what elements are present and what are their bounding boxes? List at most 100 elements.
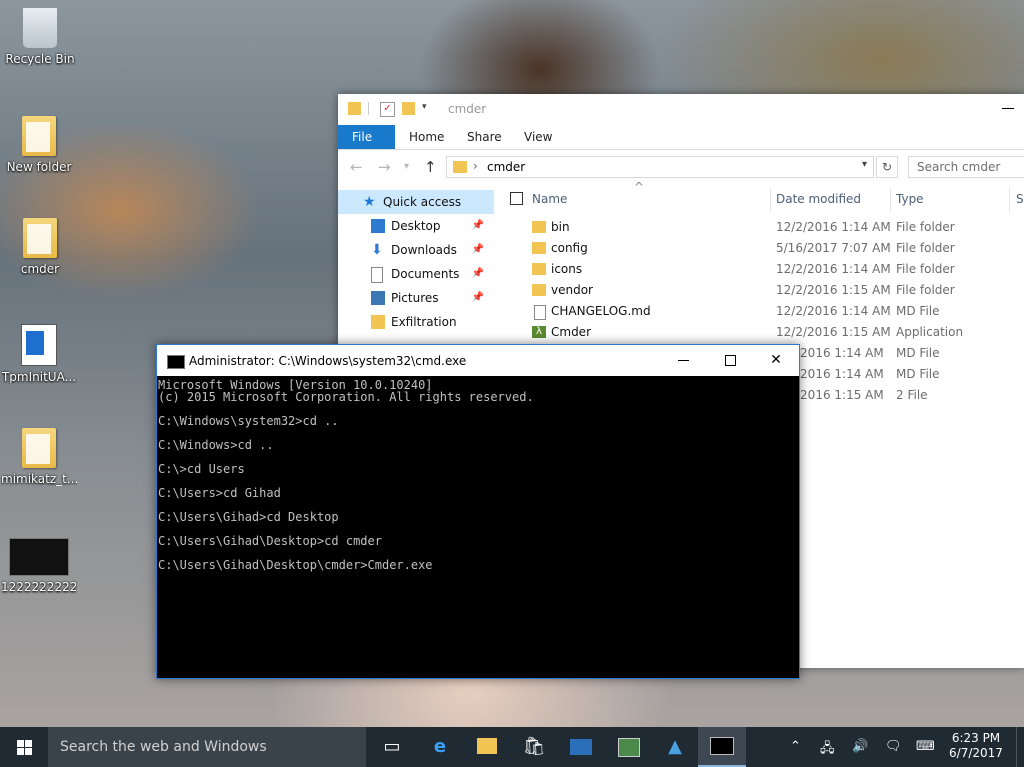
folder-icon [371,315,385,329]
explorer-title-bar[interactable]: ✓ ▾ cmder [338,94,1024,125]
column-name[interactable]: Name [532,192,567,206]
search-placeholder: Search cmder [917,160,1001,174]
maximize-button[interactable] [707,345,753,376]
up-arrow-icon[interactable]: ↑ [424,158,437,176]
volume-icon[interactable]: 🔊 [852,739,868,754]
pin-icon[interactable]: 📌 [472,286,484,310]
nav-item-quick-access[interactable]: ★ Quick access [338,190,494,214]
minimize-icon[interactable] [1002,108,1014,109]
file-date: 12/2/2016 1:15 AM [776,325,891,339]
address-row: ← → ▾ ↑ › cmder ▾ ↻ Search cmder [338,154,1024,180]
folder-icon [477,738,497,754]
cmd-icon[interactable] [698,727,746,767]
tab-home[interactable]: Home [395,125,458,149]
folder-icon [532,284,546,296]
breadcrumb-chevron-icon[interactable]: › [473,159,478,173]
desktop-icon-recycle-bin[interactable]: Recycle Bin [2,8,78,66]
file-date: 12/2/2016 1:14 AM [776,262,891,276]
back-arrow-icon[interactable]: ← [350,158,363,176]
column-headers: Name ^ Date modified Type Si [506,180,1024,212]
pin-icon[interactable]: 📌 [472,262,484,286]
task-view-icon[interactable]: ▭ [368,727,416,767]
properties-icon[interactable]: ✓ [380,102,395,117]
nav-item-downloads[interactable]: ⬇ Downloads 📌 [338,238,494,262]
folder-icon [22,116,56,156]
close-icon: ✕ [770,352,782,368]
powershell-icon[interactable] [557,727,605,767]
address-dropdown-icon[interactable]: ▾ [862,159,867,170]
column-size[interactable]: Si [1016,192,1024,206]
show-hidden-icons-chevron-icon[interactable]: ⌃ [790,739,801,754]
search-input[interactable]: Search cmder [908,156,1024,178]
recent-chevron-icon[interactable]: ▾ [404,161,409,172]
file-explorer-icon[interactable] [463,727,511,767]
desktop-icon-mimikatz[interactable]: mimikatz_t... [1,428,77,486]
show-desktop-button[interactable] [1016,727,1024,767]
store-icon[interactable]: 🛍 [510,727,558,767]
file-row[interactable]: λ Cmder 12/2/2016 1:15 AM Application [506,322,1024,343]
select-all-checkbox[interactable] [510,192,523,205]
file-type: File folder [896,262,955,276]
console-line: C:\Windows>cd .. [158,438,274,452]
nav-item-pictures[interactable]: Pictures 📌 [338,286,494,310]
column-date-modified[interactable]: Date modified [776,192,861,206]
column-divider[interactable] [890,188,891,212]
file-type: MD File [896,346,940,360]
taskbar-search-box[interactable]: Search the web and Windows [48,727,366,767]
console-line: C:\Users\Gihad\Desktop\cmder>Cmder.exe [158,558,433,572]
pin-icon[interactable]: 📌 [472,238,484,262]
new-folder-icon[interactable] [402,102,415,115]
edge-icon[interactable]: e [416,727,464,767]
desktop-icon-label: mimikatz_t... [1,472,77,486]
keyboard-icon[interactable]: ⌨ [916,739,935,754]
file-row[interactable]: CHANGELOG.md 12/2/2016 1:14 AM MD File [506,301,1024,322]
column-type[interactable]: Type [896,192,924,206]
clock[interactable]: 6:23 PM 6/7/2017 [944,731,1008,761]
file-type: File folder [896,241,955,255]
nav-item-desktop[interactable]: Desktop 📌 [338,214,494,238]
column-divider[interactable] [770,188,771,212]
close-button[interactable]: ✕ [753,345,799,376]
desktop-icon-label: Recycle Bin [5,52,75,66]
file-date: 12/2/2016 1:14 AM [776,304,891,318]
folder-icon [23,218,57,258]
column-divider[interactable] [1009,188,1010,212]
file-row[interactable]: vendor 12/2/2016 1:15 AM File folder [506,280,1024,301]
file-name: bin [551,220,570,234]
chevron-down-icon[interactable]: ▾ [422,102,435,115]
shark-icon[interactable]: ▲ [651,727,699,767]
ribbon-tabs: File Home Share View [338,125,1024,150]
file-row[interactable]: icons 12/2/2016 1:14 AM File folder [506,259,1024,280]
tab-share[interactable]: Share [453,125,516,149]
network-icon[interactable]: 🖧 [820,739,835,761]
console-line: C:\Windows\system32>cd .. [158,414,339,428]
documents-icon [371,267,383,283]
cmd-title-bar[interactable]: Administrator: C:\Windows\system32\cmd.e… [157,345,799,376]
desktop-icon-screenshot[interactable]: 1222222222... [1,538,77,594]
console-line: C:\Users>cd Gihad [158,486,281,500]
desktop-icon [371,219,385,233]
terminal-icon[interactable] [604,727,652,767]
cmd-console-output[interactable]: Microsoft Windows [Version 10.0.10240] (c… [158,379,534,571]
nav-item-documents[interactable]: Documents 📌 [338,262,494,286]
minimize-button[interactable] [661,345,707,376]
refresh-icon[interactable]: ↻ [876,156,898,178]
tab-view[interactable]: View [510,125,566,149]
console-line: C:\Users\Gihad\Desktop>cd cmder [158,534,382,548]
file-row[interactable]: config 5/16/2017 7:07 AM File folder [506,238,1024,259]
nav-item-exfiltration[interactable]: Exfiltration [338,310,494,334]
start-button[interactable] [0,727,48,767]
pin-icon[interactable]: 📌 [472,214,484,238]
folder-icon [22,428,56,468]
forward-arrow-icon[interactable]: → [378,158,391,176]
address-bar[interactable]: › cmder ▾ [446,156,874,178]
desktop-icon-cmder[interactable]: cmder [2,218,78,276]
file-type: MD File [896,367,940,381]
desktop-icon-tpminitua[interactable]: TpmInitUA... [1,324,77,384]
desktop-icon-new-folder[interactable]: New folder [1,116,77,174]
file-row[interactable]: bin 12/2/2016 1:14 AM File folder [506,217,1024,238]
desktop-icon-label: 1222222222... [1,580,77,594]
cmd-window: Administrator: C:\Windows\system32\cmd.e… [156,344,800,679]
action-center-icon[interactable]: 🗨 [885,739,902,754]
tab-file[interactable]: File [338,125,395,149]
